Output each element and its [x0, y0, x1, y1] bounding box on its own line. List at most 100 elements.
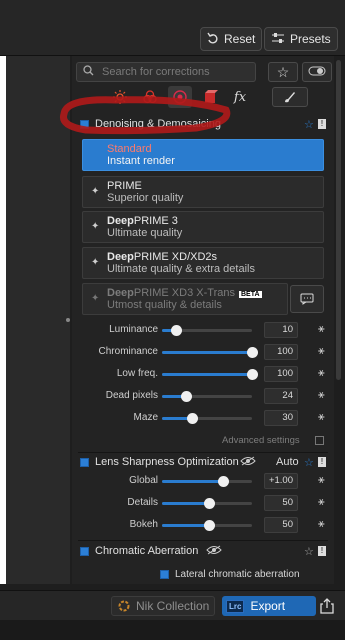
- sparkle-icon: ✦: [91, 293, 100, 304]
- mode-prime-title: PRIME: [107, 180, 142, 192]
- slider-label: Luminance: [109, 324, 158, 335]
- panel-resize-handle[interactable]: [66, 318, 70, 322]
- slider-fill: [162, 524, 209, 527]
- lens-sharpness-title: Lens Sharpness Optimization: [95, 456, 239, 468]
- slider-knob[interactable]: [203, 520, 215, 531]
- mode-deepprime-xd[interactable]: ✦ DeepPRIME XD/XD2s Ultimate quality & e…: [82, 247, 324, 279]
- magic-wand-icon[interactable]: ⚹: [318, 518, 325, 531]
- slider-label: Maze: [133, 412, 158, 423]
- slider-fill: [162, 502, 209, 505]
- slider-knob[interactable]: [218, 476, 230, 487]
- slider-track[interactable]: [162, 391, 252, 402]
- slider-knob[interactable]: [203, 498, 215, 509]
- magic-wand-icon[interactable]: ⚹: [318, 367, 325, 380]
- slider-knob[interactable]: [247, 347, 258, 358]
- section-menu-icon[interactable]: !: [318, 457, 326, 467]
- slider-value-field[interactable]: 24: [264, 388, 298, 404]
- section-menu-icon[interactable]: !: [318, 119, 326, 129]
- favorites-filter-button[interactable]: ☆: [268, 62, 298, 82]
- beta-badge: BETA: [238, 291, 262, 298]
- slider-knob[interactable]: [170, 325, 182, 336]
- collapse-icon[interactable]: [315, 436, 324, 445]
- slider-value-field[interactable]: 50: [264, 495, 298, 511]
- chromatic-section-header[interactable]: Chromatic Aberration ☆ !: [80, 541, 330, 561]
- magic-wand-icon[interactable]: ⚹: [318, 474, 325, 487]
- slider-value-field[interactable]: 10: [264, 322, 298, 338]
- slider-value-field[interactable]: +1.00: [264, 473, 298, 489]
- slider-value-field[interactable]: 100: [264, 344, 298, 360]
- mode-prime[interactable]: ✦ PRIME Superior quality: [82, 176, 324, 208]
- slider-track[interactable]: [162, 498, 252, 509]
- presets-button[interactable]: Presets: [264, 27, 338, 51]
- lightroom-badge: Lrc: [226, 599, 245, 613]
- slider-track[interactable]: [162, 325, 252, 336]
- magic-wand-icon[interactable]: ⚹: [318, 345, 325, 358]
- slider-row[interactable]: Dead pixels 24 ⚹: [72, 387, 334, 405]
- slider-row[interactable]: Maze 30 ⚹: [72, 409, 334, 427]
- magic-wand-icon[interactable]: ⚹: [318, 323, 325, 336]
- advanced-settings-link[interactable]: Advanced settings: [222, 435, 300, 446]
- sliders-icon: [271, 32, 285, 47]
- lens-sharpness-section-header[interactable]: Lens Sharpness Optimization Auto ☆ !: [80, 452, 330, 472]
- mode-standard[interactable]: Standard Instant render: [82, 139, 324, 171]
- lens-sharpness-mode[interactable]: Auto: [276, 456, 299, 468]
- mode-deepprime-xd3-subtitle: Utmost quality & details: [107, 299, 222, 311]
- slider-row[interactable]: Luminance 10 ⚹: [72, 321, 334, 339]
- section-menu-icon[interactable]: !: [318, 546, 326, 556]
- slider-row[interactable]: Bokeh 50 ⚹: [72, 516, 334, 534]
- slider-knob[interactable]: [181, 391, 193, 402]
- favorite-star-icon[interactable]: ☆: [304, 118, 314, 131]
- chromatic-title: Chromatic Aberration: [95, 545, 199, 557]
- slider-track[interactable]: [162, 347, 258, 358]
- slider-row[interactable]: Chrominance 100 ⚹: [72, 343, 334, 361]
- slider-track[interactable]: [162, 413, 252, 424]
- brush-tool-button[interactable]: [272, 87, 308, 107]
- bottom-toolbar: Nik Collection Lrc Export: [0, 590, 345, 620]
- mode-prime-subtitle: Superior quality: [107, 192, 184, 204]
- export-button[interactable]: Lrc Export: [222, 596, 316, 616]
- slider-row[interactable]: Global +1.00 ⚹: [72, 472, 334, 490]
- slider-value-field[interactable]: 100: [264, 366, 298, 382]
- image-preview-sliver: [0, 56, 6, 584]
- search-placeholder: Search for corrections: [102, 66, 210, 78]
- toggle-view-button[interactable]: [302, 62, 332, 82]
- slider-row[interactable]: Low freq. 100 ⚹: [72, 365, 334, 383]
- toggle-icon: [308, 66, 326, 79]
- mode-deepprime-3[interactable]: ✦ DeepPRIME 3 Ultimate quality: [82, 211, 324, 243]
- reset-button[interactable]: Reset: [200, 27, 263, 51]
- slider-value-field[interactable]: 50: [264, 517, 298, 533]
- mode-deepprime-xd3[interactable]: ✦ DeepPRIME XD3 X-Trans BETA Utmost quali…: [82, 283, 288, 315]
- magic-wand-icon[interactable]: ⚹: [318, 389, 325, 402]
- lens-sharpness-enable-checkbox[interactable]: [80, 457, 89, 467]
- red-annotation-mark: [60, 96, 231, 135]
- mode-standard-title: Standard: [107, 143, 152, 155]
- slider-row[interactable]: Details 50 ⚹: [72, 494, 334, 512]
- eye-hidden-icon[interactable]: [240, 456, 256, 469]
- panel-scrollbar[interactable]: [336, 60, 341, 380]
- feedback-button[interactable]: [290, 285, 324, 313]
- slider-track[interactable]: [162, 476, 252, 487]
- lateral-ca-checkbox[interactable]: [160, 570, 169, 579]
- favorite-star-icon[interactable]: ☆: [304, 456, 314, 469]
- slider-knob[interactable]: [186, 413, 198, 424]
- slider-label: Chrominance: [98, 346, 158, 357]
- slider-label: Details: [127, 497, 158, 508]
- magic-wand-icon[interactable]: ⚹: [318, 411, 325, 424]
- lateral-ca-option[interactable]: Lateral chromatic aberration: [160, 569, 300, 580]
- chromatic-enable-checkbox[interactable]: [80, 546, 89, 556]
- mode-deepprime-xd3-title: DeepPRIME XD3 X-Trans BETA: [107, 287, 262, 299]
- share-button[interactable]: [320, 598, 334, 617]
- nik-collection-button[interactable]: Nik Collection: [111, 596, 215, 616]
- slider-value-field[interactable]: 30: [264, 410, 298, 426]
- eye-hidden-icon[interactable]: [206, 545, 222, 558]
- nik-logo-icon: [118, 600, 130, 612]
- search-input[interactable]: Search for corrections: [76, 62, 256, 82]
- slider-track[interactable]: [162, 520, 252, 531]
- magic-wand-icon[interactable]: ⚹: [318, 496, 325, 509]
- search-icon: [83, 65, 94, 79]
- favorite-star-icon[interactable]: ☆: [304, 545, 314, 558]
- mode-standard-subtitle: Instant render: [107, 155, 175, 167]
- slider-knob[interactable]: [247, 369, 258, 380]
- slider-track[interactable]: [162, 369, 258, 380]
- sparkle-icon: ✦: [91, 186, 100, 197]
